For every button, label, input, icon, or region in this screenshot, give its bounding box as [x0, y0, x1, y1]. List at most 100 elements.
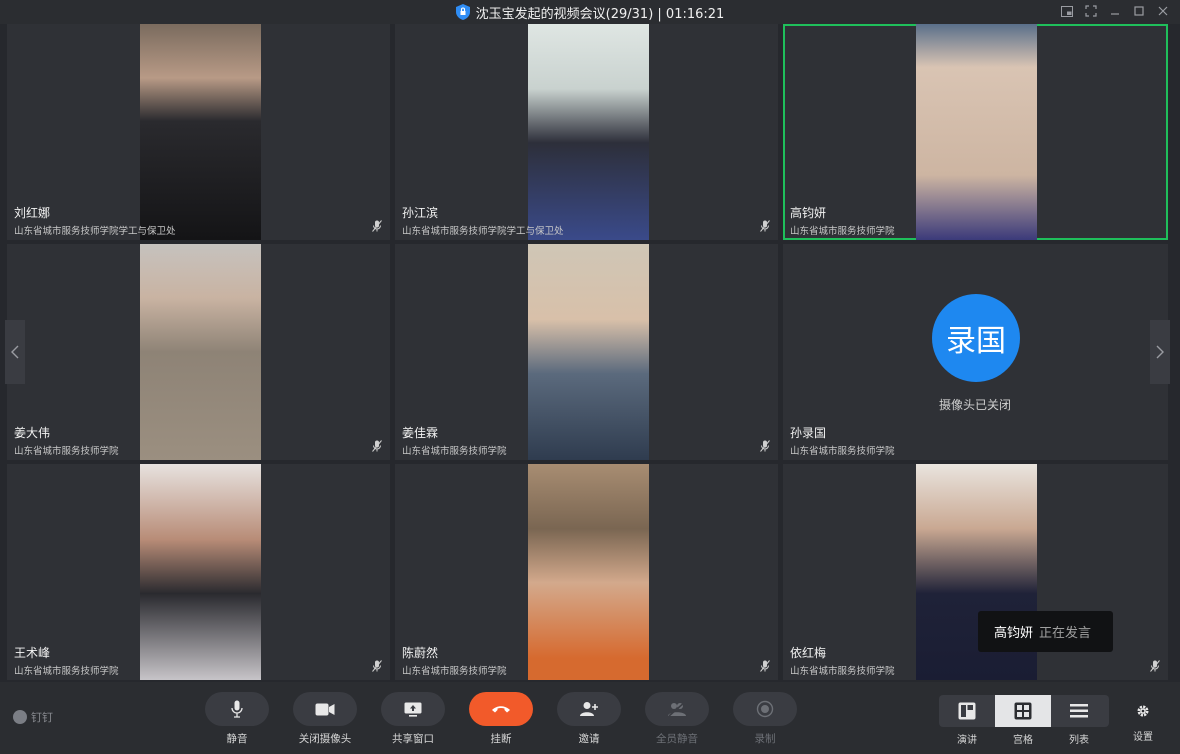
participant-name: 依红梅 — [790, 646, 827, 660]
participant-org: 山东省城市服务技师学院 — [402, 446, 507, 457]
mute-all-people-icon — [668, 701, 686, 717]
hangup-button[interactable]: 挂断 — [469, 692, 533, 746]
dingtalk-logo-icon — [13, 710, 27, 724]
close-icon — [1158, 6, 1168, 16]
participant-org: 山东省城市服务技师学院学工与保卫处 — [402, 226, 564, 237]
participant-org: 山东省城市服务技师学院 — [14, 446, 119, 457]
participant-video — [140, 24, 261, 240]
participant-tile[interactable]: 陈蔚然 山东省城市服务技师学院 — [395, 464, 778, 680]
mic-muted-icon — [760, 660, 770, 672]
mute-button[interactable]: 静音 — [205, 692, 269, 746]
mic-muted-icon — [372, 660, 382, 672]
meeting-toolbar: 钉钉 静音 关闭摄像头 共享窗口 挂断 邀请 全员静音 录制 演讲 宫格 列表 … — [0, 682, 1180, 754]
participant-video — [140, 464, 261, 680]
pip-button[interactable] — [1058, 2, 1076, 20]
view-mode-switch — [939, 695, 1109, 727]
speaking-status: 正在发言 — [1039, 626, 1092, 641]
camera-off-button[interactable]: 关闭摄像头 — [293, 692, 357, 746]
mute-label: 静音 — [226, 733, 248, 745]
grid-layout-icon — [1014, 702, 1032, 720]
participant-tile-active-speaker[interactable]: 高钧妍 山东省城市服务技师学院 — [783, 24, 1168, 240]
camera-off-label: 关闭摄像头 — [298, 733, 352, 745]
invite-button[interactable]: 邀请 — [557, 692, 621, 746]
mute-all-button[interactable]: 全员静音 — [645, 692, 709, 746]
participant-org: 山东省城市服务技师学院学工与保卫处 — [14, 226, 176, 237]
maximize-icon — [1134, 6, 1144, 16]
participant-video — [140, 244, 261, 460]
mute-all-label: 全员静音 — [656, 733, 698, 745]
view-speaker-label: 演讲 — [957, 735, 977, 746]
participant-org: 山东省城市服务技师学院 — [790, 446, 895, 457]
fullscreen-button[interactable] — [1082, 2, 1100, 20]
title-bar: 沈玉宝发起的视频会议(29/31) | 01:16:21 — [0, 0, 1180, 24]
view-mode-labels: 演讲 宫格 列表 — [939, 731, 1109, 746]
view-speaker-button[interactable] — [939, 695, 995, 727]
brand: 钉钉 — [13, 709, 53, 725]
speaker-layout-icon — [958, 702, 976, 720]
next-page-button[interactable] — [1150, 320, 1170, 384]
participant-name: 孙录国 — [790, 426, 827, 440]
speaking-name: 高钧妍 — [994, 626, 1034, 641]
shield-lock-icon — [455, 4, 470, 20]
participant-name: 刘红娜 — [14, 206, 51, 220]
mic-muted-icon — [760, 220, 770, 232]
participant-name: 陈蔚然 — [402, 646, 439, 660]
close-button[interactable] — [1154, 2, 1172, 20]
view-list-label: 列表 — [1069, 735, 1089, 746]
hangup-label: 挂断 — [490, 733, 512, 745]
mic-muted-icon — [372, 220, 382, 232]
add-person-icon — [580, 702, 598, 716]
picture-in-picture-icon — [1061, 5, 1073, 17]
fullscreen-icon — [1085, 5, 1097, 17]
participant-tile[interactable]: 姜佳霖 山东省城市服务技师学院 — [395, 244, 778, 460]
participant-name: 姜大伟 — [14, 426, 51, 440]
record-button[interactable]: 录制 — [733, 692, 797, 746]
mic-muted-icon — [1150, 660, 1160, 672]
video-camera-icon — [315, 703, 335, 715]
participant-name: 姜佳霖 — [402, 426, 439, 440]
minimize-icon — [1111, 13, 1119, 15]
video-grid: 刘红娜 山东省城市服务技师学院学工与保卫处 孙江滨 山东省城市服务技师学院学工与… — [5, 24, 1170, 682]
share-window-button[interactable]: 共享窗口 — [381, 692, 445, 746]
record-icon — [756, 700, 774, 718]
chevron-left-icon — [11, 345, 19, 359]
participant-org: 山东省城市服务技师学院 — [14, 666, 119, 677]
share-window-label: 共享窗口 — [392, 733, 434, 745]
chevron-right-icon — [1156, 345, 1164, 359]
list-layout-icon — [1070, 704, 1088, 718]
participant-video — [916, 24, 1037, 240]
participant-video — [528, 244, 649, 460]
settings-button[interactable]: 设置 — [1128, 703, 1158, 743]
participant-tile[interactable]: 刘红娜 山东省城市服务技师学院学工与保卫处 — [7, 24, 390, 240]
minimize-button[interactable] — [1106, 2, 1124, 20]
prev-page-button[interactable] — [5, 320, 25, 384]
participant-tile[interactable]: 姜大伟 山东省城市服务技师学院 — [7, 244, 390, 460]
microphone-icon — [231, 700, 243, 718]
maximize-button[interactable] — [1130, 2, 1148, 20]
participant-tile[interactable]: 王术峰 山东省城市服务技师学院 — [7, 464, 390, 680]
view-list-button[interactable] — [1051, 695, 1107, 727]
brand-label: 钉钉 — [31, 711, 53, 724]
participant-name: 高钧妍 — [790, 206, 827, 220]
participant-name: 孙江滨 — [402, 206, 439, 220]
participant-tile[interactable]: 录国 摄像头已关闭 孙录国 山东省城市服务技师学院 — [783, 244, 1168, 460]
settings-label: 设置 — [1133, 732, 1153, 743]
hangup-phone-icon — [492, 706, 510, 713]
invite-label: 邀请 — [578, 733, 600, 745]
mic-muted-icon — [760, 440, 770, 452]
participant-tile[interactable]: 孙江滨 山东省城市服务技师学院学工与保卫处 — [395, 24, 778, 240]
screen-share-icon — [404, 702, 422, 717]
record-label: 录制 — [754, 733, 776, 745]
participant-org: 山东省城市服务技师学院 — [790, 666, 895, 677]
participant-video — [528, 464, 649, 680]
view-grid-button[interactable] — [995, 695, 1051, 727]
gear-icon — [1137, 705, 1149, 717]
view-grid-label: 宫格 — [1013, 735, 1033, 746]
participant-video — [528, 24, 649, 240]
window-title: 沈玉宝发起的视频会议(29/31) | 01:16:21 — [475, 6, 725, 22]
mic-muted-icon — [372, 440, 382, 452]
participant-org: 山东省城市服务技师学院 — [790, 226, 895, 237]
speaking-toast: 高钧妍 正在发言 — [978, 611, 1113, 652]
avatar: 录国 — [932, 294, 1020, 382]
camera-off-status: 摄像头已关闭 — [939, 398, 1012, 412]
